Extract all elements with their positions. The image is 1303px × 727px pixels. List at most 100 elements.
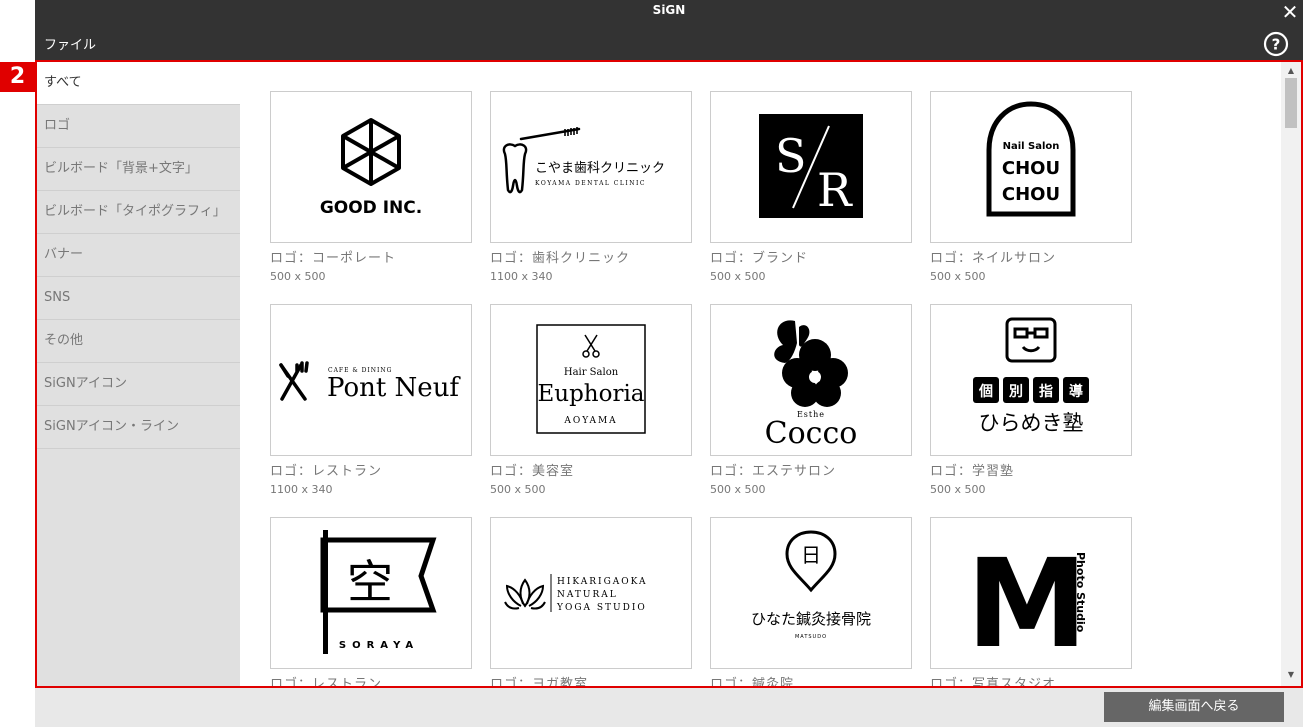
logo-text: ひなた鍼灸接骨院 [751,610,871,628]
template-dialog: SiGN ✕ ファイル ? 2 すべて ロゴ ビルボード「背景+文字」 ビルボー… [0,0,1303,727]
logo-subtext: Hair Salon [564,367,619,378]
template-thumbnail[interactable]: S R [710,91,912,243]
logo-char: 空 [347,555,393,609]
logo-text-line2: CHOU [1002,184,1060,205]
logo-char-1: 個 [978,383,993,400]
template-thumbnail[interactable]: M Photo Studio [930,517,1132,669]
template-size: 1100 x 340 [270,483,333,496]
logo-hirameki-juku: 個 別 指 導 ひらめき塾 [973,317,1089,435]
template-card[interactable]: S R ロゴ：ブランド 500 x 500 [710,91,912,283]
help-button[interactable]: ? [1263,31,1289,57]
template-thumbnail[interactable]: GOOD INC. [270,91,472,243]
logo-line-1: HIKARIGAOKA [557,577,648,587]
vertical-scrollbar[interactable]: ▲ ▼ [1281,62,1301,686]
logo-dental-clinic: こやま歯科クリニック KOYAMA DENTAL CLINIC [502,127,665,194]
scissors-icon [582,334,600,358]
category-sign-icon-line[interactable]: SiGNアイコン・ライン [37,406,240,449]
template-title: ロゴ：エステサロン [710,464,837,479]
logo-line-2: NATURAL [557,590,618,600]
logo-text-line1: CHOU [1002,158,1060,179]
logo-text: ひらめき塾 [979,411,1084,435]
logo-letter-r: R [817,163,853,217]
category-sign-icon[interactable]: SiGNアイコン [37,363,240,406]
template-thumbnail[interactable]: 空 SORAYA [270,517,472,669]
logo-nail-salon: Nail Salon CHOU CHOU [986,101,1076,217]
logo-soraya: 空 SORAYA [320,530,437,654]
logo-good-inc: GOOD INC. [320,118,422,218]
logo-yoga-studio: HIKARIGAOKA NATURAL YOGA STUDIO [504,574,648,613]
template-size: 500 x 500 [930,483,986,496]
template-card[interactable]: HIKARIGAOKA NATURAL YOGA STUDIO ロゴ：ヨガ教室 [490,517,692,686]
logo-char: 日 [801,543,821,567]
close-button[interactable]: ✕ [1279,1,1301,23]
scroll-thumb[interactable] [1285,78,1297,128]
logo-brand-sr: S R [759,114,863,218]
footer-bar: 編集画面へ戻る [35,688,1303,727]
template-card[interactable]: 日 ひなた鍼灸接骨院 MATSUDO ロゴ：鍼灸院 [710,517,912,686]
template-card[interactable]: Esthe Cocco ロゴ：エステサロン 500 x 500 [710,304,912,496]
template-title: ロゴ：歯科クリニック [490,251,631,266]
template-title: ロゴ：写真スタジオ [930,677,1057,686]
file-menu[interactable]: ファイル [44,34,96,53]
template-card[interactable]: 空 SORAYA ロゴ：レストラン [270,517,472,686]
template-title: ロゴ：ネイルサロン [930,251,1057,266]
logo-text: Cocco [765,416,858,451]
template-panel: すべて ロゴ ビルボード「背景+文字」 ビルボード「タイポグラフィ」 バナー S… [35,60,1303,688]
logo-text: Pont Neuf [327,373,461,403]
logo-char-2: 別 [1008,384,1023,400]
template-card[interactable]: 個 別 指 導 ひらめき塾 ロゴ：学習塾 500 x 500 [930,304,1132,496]
template-title: ロゴ：レストラン [270,464,383,479]
window-title: SiGN [652,3,686,17]
category-banner[interactable]: バナー [37,234,240,277]
logo-char-3: 指 [1039,383,1053,400]
template-title: ロゴ：ヨガ教室 [490,677,589,686]
template-thumbnail[interactable]: HIKARIGAOKA NATURAL YOGA STUDIO [490,517,692,669]
scroll-up-arrow-icon[interactable]: ▲ [1281,64,1301,78]
template-grid: GOOD INC. ロゴ：コーポレート 500 x 500 こやま歯科クリニック… [240,62,1280,686]
category-sns[interactable]: SNS [37,277,240,320]
category-billboard-typography[interactable]: ビルボード「タイポグラフィ」 [37,191,240,234]
face-icon [1005,317,1057,363]
category-all[interactable]: すべて [37,62,240,105]
category-other[interactable]: その他 [37,320,240,363]
template-thumbnail[interactable]: Hair Salon Euphoria AOYAMA [490,304,692,456]
category-logo[interactable]: ロゴ [37,105,240,148]
logo-char: M [966,533,1087,668]
template-card[interactable]: Hair Salon Euphoria AOYAMA ロゴ：美容室 500 x … [490,304,692,496]
template-title: ロゴ：美容室 [490,464,575,479]
category-sidebar: すべて ロゴ ビルボード「背景+文字」 ビルボード「タイポグラフィ」 バナー S… [37,62,240,686]
template-size: 1100 x 340 [490,270,553,283]
logo-subtext: MATSUDO [795,634,827,640]
template-size: 500 x 500 [710,483,766,496]
lotus-icon [504,578,546,610]
template-title: ロゴ：学習塾 [930,464,1015,479]
template-card[interactable]: GOOD INC. ロゴ：コーポレート 500 x 500 [270,91,472,283]
logo-subtext: Nail Salon [1003,141,1060,152]
logo-subtext: SORAYA [339,640,419,651]
template-card[interactable]: M Photo Studio ロゴ：写真スタジオ [930,517,1132,686]
template-card[interactable]: CAFE & DINING Pont Neuf ロゴ：レストラン 1100 x … [270,304,472,496]
logo-text: GOOD INC. [320,198,422,218]
template-title: ロゴ：鍼灸院 [710,677,795,686]
logo-cocco: Esthe Cocco [765,320,858,451]
close-icon: ✕ [1281,0,1299,24]
template-card[interactable]: Nail Salon CHOU CHOU ロゴ：ネイルサロン 500 x 500 [930,91,1132,283]
template-thumbnail[interactable]: こやま歯科クリニック KOYAMA DENTAL CLINIC [490,91,692,243]
template-thumbnail[interactable]: 個 別 指 導 ひらめき塾 [930,304,1132,456]
logo-subtext: KOYAMA DENTAL CLINIC [535,180,646,187]
help-icon: ? [1263,31,1289,57]
scroll-down-arrow-icon[interactable]: ▼ [1281,668,1301,682]
template-thumbnail[interactable]: Esthe Cocco [710,304,912,456]
logo-text: Euphoria [537,381,644,407]
logo-char-4: 導 [1069,383,1083,400]
template-size: 500 x 500 [930,270,986,283]
template-thumbnail[interactable]: CAFE & DINING Pont Neuf [270,304,472,456]
template-thumbnail[interactable]: 日 ひなた鍼灸接骨院 MATSUDO [710,517,912,669]
template-size: 500 x 500 [710,270,766,283]
template-thumbnail[interactable]: Nail Salon CHOU CHOU [930,91,1132,243]
back-to-editor-button[interactable]: 編集画面へ戻る [1104,692,1284,722]
template-card[interactable]: こやま歯科クリニック KOYAMA DENTAL CLINIC ロゴ：歯科クリニ… [490,91,692,283]
template-title: ロゴ：コーポレート [270,251,397,266]
template-title: ロゴ：レストラン [270,677,383,686]
category-billboard-bg-text[interactable]: ビルボード「背景+文字」 [37,148,240,191]
